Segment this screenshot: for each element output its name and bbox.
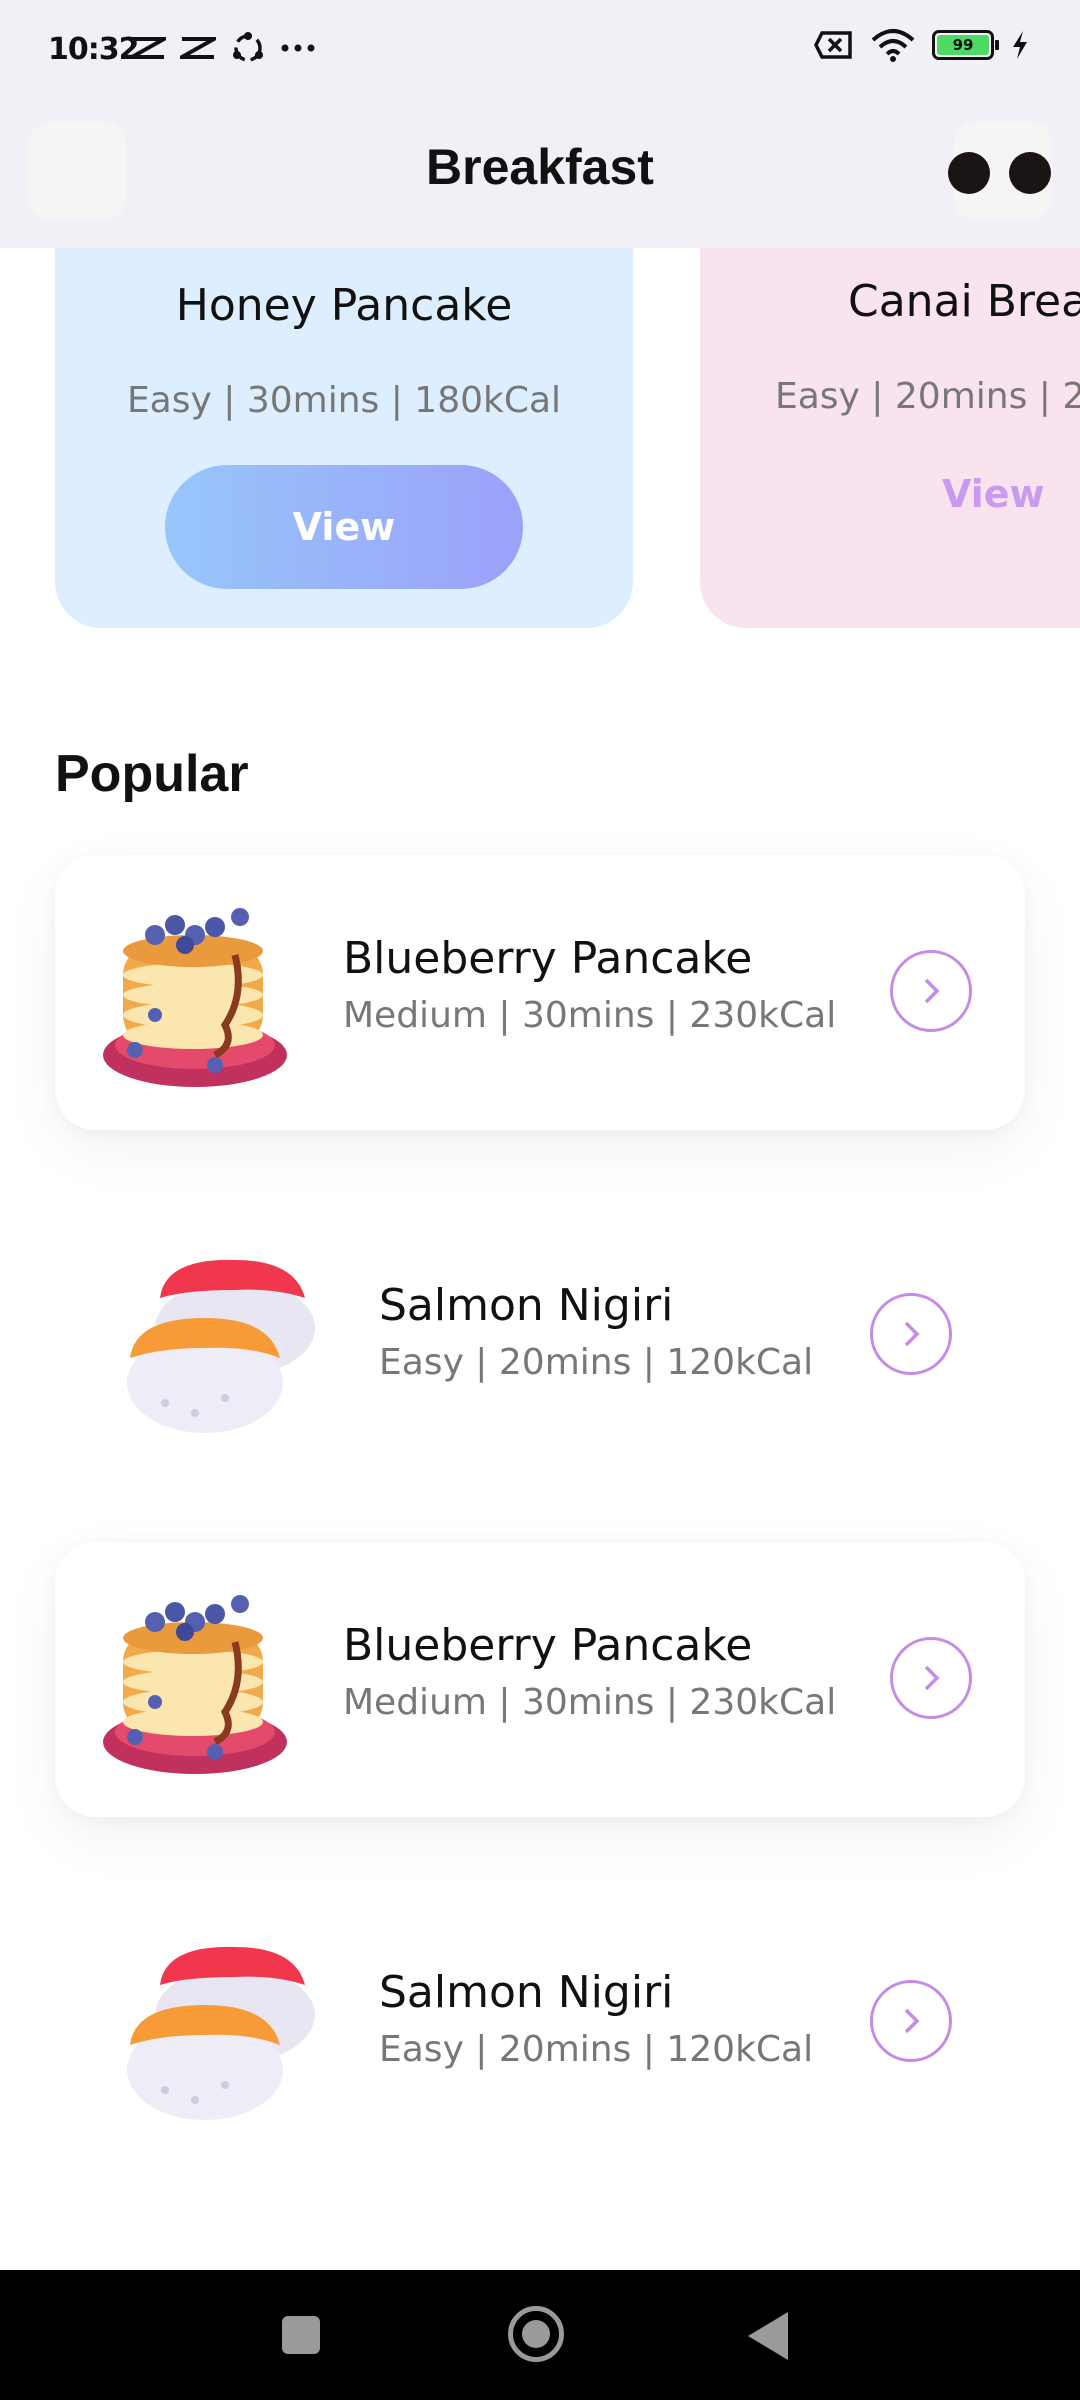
app-header: Breakfast [0,100,1080,248]
capcut-icon [180,37,216,59]
food-name: Blueberry Pancake [343,1620,753,1671]
food-name: Blueberry Pancake [343,933,753,984]
featured-card-meta: Easy | 30mins | 180kCal [126,380,562,421]
dot-icon [948,152,990,194]
featured-card-meta: Easy | 20mins | 230kCal [775,376,1080,417]
view-button[interactable]: View [942,472,1045,516]
view-button[interactable]: View [165,465,523,589]
featured-carousel[interactable]: Honey Pancake Easy | 30mins | 180kCal Vi… [0,248,1080,638]
food-meta: Medium | 30mins | 230kCal [343,995,837,1036]
open-item-button[interactable] [890,950,972,1032]
open-item-button[interactable] [870,1293,952,1375]
chevron-right-icon [904,1321,920,1347]
wifi-icon [871,29,915,62]
open-item-button[interactable] [870,1980,952,2062]
open-item-button[interactable] [890,1637,972,1719]
list-item[interactable]: Salmon Nigiri Easy | 20mins | 120kCal [55,1198,1025,1473]
status-left-icons [130,30,316,66]
featured-card-title: Canai Bread [848,276,1080,327]
page-title: Breakfast [426,139,654,195]
list-item[interactable]: Blueberry Pancake Medium | 30mins | 230k… [55,1542,1025,1817]
battery-icon: 99 [932,30,999,60]
food-name: Salmon Nigiri [379,1967,674,2018]
pancake-image [103,1595,287,1774]
recents-button[interactable] [282,2316,320,2354]
back-nav-button[interactable] [748,2312,788,2360]
sushi-image [127,1946,315,2120]
featured-card[interactable]: Canai Bread Easy | 20mins | 230kCal View [700,248,1080,628]
pancake-image [103,908,287,1087]
food-meta: Easy | 20mins | 120kCal [379,1342,814,1383]
menu-button[interactable] [948,122,1052,220]
food-meta: Easy | 20mins | 120kCal [379,2029,814,2070]
chevron-right-icon [924,1665,940,1691]
chevron-right-icon [904,2008,920,2034]
charging-icon [1013,31,1027,59]
status-time: 10:32 [48,32,139,67]
list-item[interactable]: Blueberry Pancake Medium | 30mins | 230k… [55,855,1025,1130]
chevron-right-icon [924,978,940,1004]
list-item[interactable]: Salmon Nigiri Easy | 20mins | 120kCal [55,1885,1025,2160]
sim-x-icon [814,31,852,59]
featured-card-title: Honey Pancake [175,280,513,331]
dot-icon [1009,152,1051,194]
featured-card[interactable]: Honey Pancake Easy | 30mins | 180kCal Vi… [55,248,633,628]
more-dots-icon [281,44,315,52]
status-bar: 10:32 99 [0,0,1080,100]
sync-icon [233,32,263,62]
status-right-icons: 99 [814,28,1030,62]
system-nav-bar [0,2270,1080,2400]
food-name: Salmon Nigiri [379,1280,674,1331]
battery-level: 99 [937,35,989,55]
home-button[interactable] [508,2306,564,2362]
capcut-icon [130,37,166,59]
sushi-image [127,1259,315,1433]
food-meta: Medium | 30mins | 230kCal [343,1682,837,1723]
section-title-popular: Popular [55,745,249,803]
